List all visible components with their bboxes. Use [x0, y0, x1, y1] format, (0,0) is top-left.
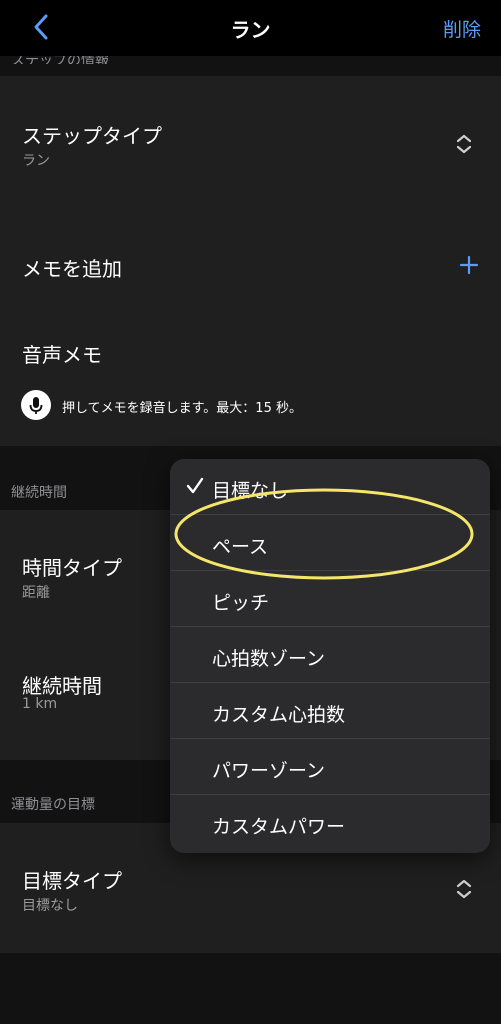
record-voice-memo-button[interactable] [21, 390, 51, 420]
time-type-value: 距離 [22, 585, 50, 601]
page-title: ラン [230, 18, 271, 42]
menu-item-pace[interactable]: ペース [170, 515, 490, 571]
duration-label[interactable]: 継続時間 [22, 670, 102, 699]
target-type-menu: 目標なし ペース ピッチ 心拍数ゾーン カスタム心拍数 パワーゾーン カスタムパ… [170, 459, 490, 853]
plus-icon [459, 255, 479, 275]
menu-item-custom-power[interactable]: カスタムパワー [170, 795, 490, 851]
chevron-up-down-icon [456, 879, 472, 899]
chevron-up-down-icon [456, 134, 472, 154]
delete-button[interactable]: 削除 [443, 15, 481, 42]
menu-item-cadence[interactable]: ピッチ [170, 571, 490, 627]
target-type-value: 目標なし [22, 898, 78, 914]
target-type-selector[interactable] [455, 878, 473, 900]
checkmark-icon [186, 477, 204, 494]
menu-item-label: カスタム心拍数 [212, 704, 346, 726]
microphone-icon [29, 397, 43, 414]
menu-item-no-target[interactable]: 目標なし [170, 459, 490, 515]
step-type-value: ラン [22, 153, 50, 169]
voice-memo-hint: 押してメモを録音します。最大：15 秒。 [62, 401, 302, 416]
menu-item-custom-heart-rate[interactable]: カスタム心拍数 [170, 683, 490, 739]
menu-item-label: 心拍数ゾーン [212, 648, 326, 670]
duration-value: 1 km [22, 696, 58, 712]
voice-memo-label: 音声メモ [22, 343, 102, 367]
target-type-label[interactable]: 目標タイプ [22, 865, 122, 894]
add-memo-label[interactable]: メモを追加 [22, 253, 122, 282]
nav-bar: ラン 削除 [0, 0, 501, 56]
menu-item-label: ピッチ [212, 592, 270, 614]
section-header-duration: 継続時間 [11, 485, 67, 501]
step-type-label[interactable]: ステップタイプ [22, 120, 162, 149]
menu-item-power-zone[interactable]: パワーゾーン [170, 739, 490, 795]
menu-item-label: ペース [212, 536, 269, 558]
menu-item-label: 目標なし [212, 480, 289, 502]
menu-item-heart-rate-zone[interactable]: 心拍数ゾーン [170, 627, 490, 683]
time-type-label[interactable]: 時間タイプ [22, 552, 122, 581]
section-header-target: 運動量の目標 [11, 797, 95, 813]
workout-step-screen: ラン 削除 ステップの情報 ステップタイプ ラン メモを追加 音声メモ 押してメ… [0, 0, 501, 1024]
bottom-background [0, 953, 501, 1024]
menu-item-label: カスタムパワー [212, 816, 346, 838]
step-info-card: ステップタイプ ラン メモを追加 音声メモ [0, 76, 501, 446]
menu-item-label: パワーゾーン [212, 760, 326, 782]
add-memo-button[interactable] [459, 255, 479, 275]
step-type-selector[interactable] [455, 133, 473, 155]
